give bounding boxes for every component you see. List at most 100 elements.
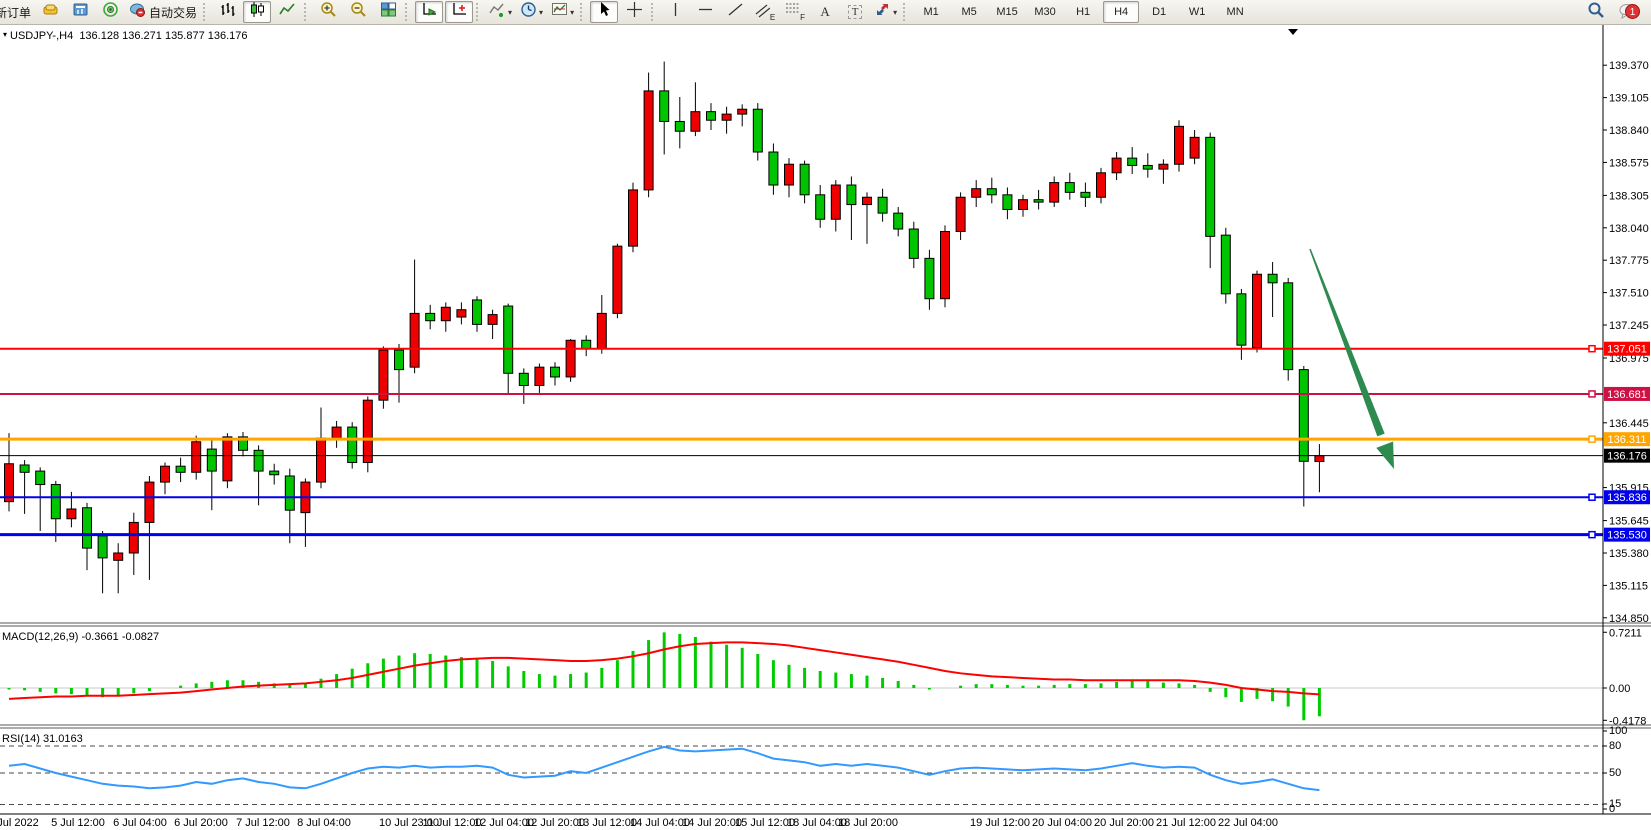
timeframe-button-M30[interactable]: M30 xyxy=(1027,1,1063,23)
charts-window-icon xyxy=(72,1,89,23)
templates-button[interactable] xyxy=(548,1,577,23)
price-chart-canvas[interactable]: 139.370139.105138.840138.575138.305138.0… xyxy=(0,25,1651,830)
candle-body xyxy=(660,91,669,122)
notifications-button[interactable]: 1 xyxy=(1612,1,1644,23)
time-axis-label: 5 Jul 12:00 xyxy=(51,817,105,829)
timeframe-button-H4[interactable]: H4 xyxy=(1103,1,1139,23)
candle-body xyxy=(675,121,684,131)
candle-body xyxy=(707,112,716,121)
zoom-in-button[interactable] xyxy=(314,1,342,23)
price-tick-label: 138.575 xyxy=(1609,157,1649,169)
timeframe-button-M5[interactable]: M5 xyxy=(951,1,987,23)
candle-body xyxy=(1097,173,1106,197)
candle-body xyxy=(644,91,653,190)
text-label-tool-button[interactable]: T xyxy=(841,1,869,23)
price-badge-label: 136.176 xyxy=(1607,451,1647,463)
auto-scroll-button[interactable] xyxy=(415,1,443,23)
candle-body xyxy=(909,229,918,258)
arrows-tool-button[interactable] xyxy=(871,1,900,23)
time-axis-label: 8 Jul 04:00 xyxy=(297,817,351,829)
candle-body xyxy=(1034,200,1043,202)
toolbar-separator xyxy=(580,3,587,21)
timeframe-button-M15[interactable]: M15 xyxy=(989,1,1025,23)
timeframe-button-W1[interactable]: W1 xyxy=(1179,1,1215,23)
deposit-button[interactable] xyxy=(36,1,64,23)
periods-button[interactable] xyxy=(517,1,546,23)
auto-trading-icon xyxy=(129,1,146,23)
level-handle[interactable] xyxy=(1589,436,1595,442)
macd-tick-label: 0.00 xyxy=(1609,683,1630,695)
text-tool-button[interactable]: A xyxy=(811,1,839,23)
time-axis-label: 18 Jul 20:00 xyxy=(838,817,898,829)
time-axis-label: 6 Jul 04:00 xyxy=(113,817,167,829)
price-tick-label: 135.115 xyxy=(1609,580,1648,592)
candle-body xyxy=(1003,195,1012,210)
candle-body xyxy=(488,315,497,325)
chart-area[interactable]: 139.370139.105138.840138.575138.305138.0… xyxy=(0,25,1651,830)
level-handle[interactable] xyxy=(1589,346,1595,352)
label-tool-glyph: T xyxy=(848,5,863,19)
price-tick-label: 137.245 xyxy=(1609,320,1649,332)
time-axis-label: Jul 2022 xyxy=(0,817,39,829)
level-handle[interactable] xyxy=(1589,532,1595,538)
candle-body xyxy=(753,109,762,152)
candlestick-chart-button[interactable] xyxy=(243,1,271,23)
template-icon xyxy=(551,1,568,23)
zoom-out-icon xyxy=(350,1,367,23)
timeframe-button-M1[interactable]: M1 xyxy=(913,1,949,23)
channel-tool-button[interactable]: E xyxy=(751,1,779,23)
horizontal-line-tool-button[interactable] xyxy=(691,1,719,23)
candle-body xyxy=(1315,456,1324,462)
search-button[interactable] xyxy=(1582,1,1610,23)
timeframe-button-H1[interactable]: H1 xyxy=(1065,1,1101,23)
charts-window-button[interactable] xyxy=(66,1,94,23)
new-order-label: 新订单 xyxy=(0,4,31,21)
candle-body xyxy=(1128,158,1137,165)
price-tick-label: 138.840 xyxy=(1609,125,1649,137)
time-axis-label: 6 Jul 20:00 xyxy=(174,817,228,829)
line-chart-button[interactable] xyxy=(273,1,301,23)
bar-chart-icon xyxy=(219,1,236,23)
cursor-button[interactable] xyxy=(590,1,618,23)
time-axis-label: 22 Jul 04:00 xyxy=(1218,817,1278,829)
candle-body xyxy=(1299,370,1308,462)
timeframe-button-D1[interactable]: D1 xyxy=(1141,1,1177,23)
price-tick-label: 138.040 xyxy=(1609,223,1649,235)
time-axis-label: 20 Jul 20:00 xyxy=(1094,817,1154,829)
level-handle[interactable] xyxy=(1589,391,1595,397)
clock-icon xyxy=(520,1,537,23)
down-arrow-annotation[interactable] xyxy=(1309,249,1384,437)
fibonacci-tool-button[interactable]: F xyxy=(781,1,809,23)
crosshair-button[interactable] xyxy=(620,1,648,23)
vertical-line-tool-button[interactable] xyxy=(661,1,689,23)
timeframe-button-MN[interactable]: MN xyxy=(1217,1,1253,23)
bar-chart-button[interactable] xyxy=(213,1,241,23)
price-badge-label: 136.681 xyxy=(1607,389,1647,401)
candle-body xyxy=(1081,192,1090,197)
candle-body xyxy=(20,465,29,472)
indicators-button[interactable] xyxy=(486,1,515,23)
new-order-button[interactable]: 新订单 xyxy=(0,1,34,23)
level-handle[interactable] xyxy=(1589,494,1595,500)
tile-windows-icon xyxy=(380,1,397,23)
trendline-tool-button[interactable] xyxy=(721,1,749,23)
candle-body xyxy=(1159,164,1168,169)
price-badge-label: 136.311 xyxy=(1608,434,1647,446)
zoom-out-button[interactable] xyxy=(344,1,372,23)
auto-trading-button[interactable]: 自动交易 xyxy=(126,1,200,23)
candle-body xyxy=(956,197,965,231)
candle-body xyxy=(129,522,138,553)
toolbar-separator xyxy=(405,3,412,21)
chart-shift-icon xyxy=(451,1,468,23)
chart-shift-button[interactable] xyxy=(445,1,473,23)
candle-body xyxy=(847,185,856,205)
candle-body xyxy=(972,189,981,198)
signals-button[interactable] xyxy=(96,1,124,23)
auto-scroll-icon xyxy=(421,1,438,23)
toolbar-separator xyxy=(903,3,910,21)
candle-body xyxy=(98,536,107,558)
tile-windows-button[interactable] xyxy=(374,1,402,23)
candle-body xyxy=(379,350,388,400)
toolbar-separator xyxy=(203,3,210,21)
candle-body xyxy=(1112,158,1121,173)
